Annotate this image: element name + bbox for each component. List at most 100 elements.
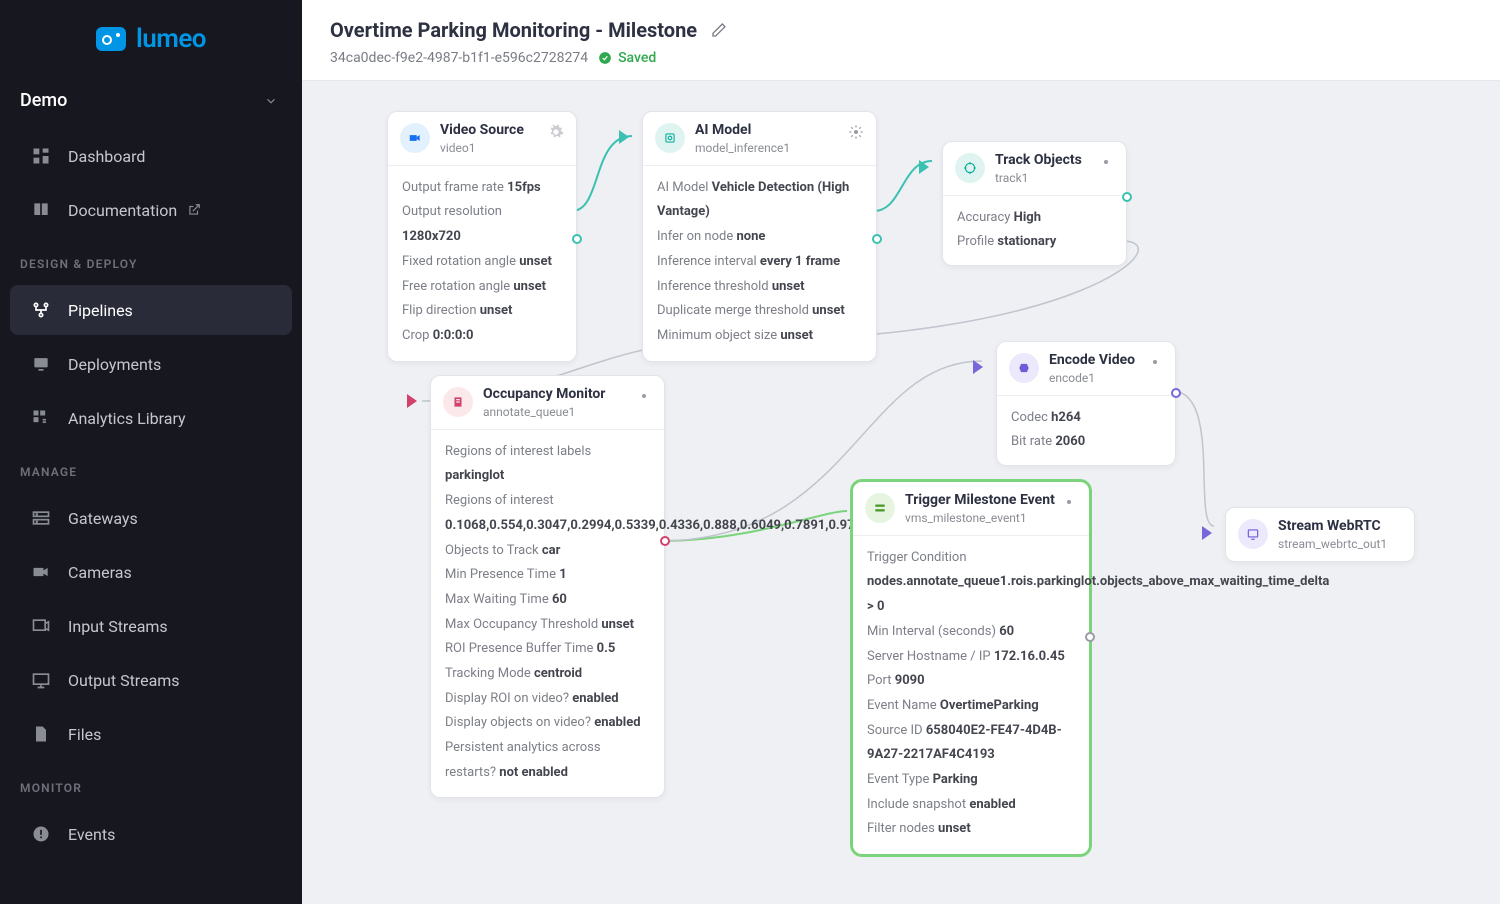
saved-label: Saved <box>618 50 656 66</box>
workspace-name: Demo <box>20 90 67 111</box>
node-prop: Source ID 658040E2-FE47-4D4B-9A27-2217AF… <box>867 719 1075 768</box>
output-stream-icon <box>30 669 52 691</box>
node-prop: Output resolution 1280x720 <box>402 200 562 249</box>
node-occupancy-monitor[interactable]: Occupancy Monitor annotate_queue1 Region… <box>430 375 665 798</box>
page-title: Overtime Parking Monitoring - Milestone <box>330 18 697 42</box>
alert-icon <box>30 823 52 845</box>
sidebar-item-gateways[interactable]: Gateways <box>10 493 292 543</box>
node-prop: Max Waiting Time 60 <box>445 588 650 613</box>
sidebar-item-analytics-library[interactable]: Analytics Library <box>10 393 292 443</box>
input-port-icon[interactable] <box>973 360 983 374</box>
node-prop: Infer on node none <box>657 225 862 250</box>
node-prop: AI Model Vehicle Detection (High Vantage… <box>657 176 862 225</box>
sidebar-item-deployments[interactable]: Deployments <box>10 339 292 389</box>
output-port[interactable] <box>572 234 582 244</box>
node-body: Trigger Condition nodes.annotate_queue1.… <box>853 535 1089 854</box>
pencil-icon[interactable] <box>711 22 727 38</box>
node-sub: encode1 <box>1049 371 1135 385</box>
node-prop: Crop 0:0:0:0 <box>402 324 562 349</box>
node-prop: Regions of interest 0.1068,0.554,0.3047,… <box>445 489 650 538</box>
server-icon <box>30 507 52 529</box>
input-port-icon[interactable] <box>619 130 629 144</box>
gear-icon[interactable] <box>1147 354 1163 370</box>
output-port[interactable] <box>872 234 882 244</box>
nav-section-design: DESIGN & DEPLOY <box>0 237 302 283</box>
track-icon <box>955 153 985 183</box>
node-stream-webrtc[interactable]: Stream WebRTC stream_webrtc_out1 <box>1225 507 1415 562</box>
logo-mark-icon <box>96 27 126 51</box>
sidebar-item-files[interactable]: Files <box>10 709 292 759</box>
gear-icon[interactable] <box>1098 154 1114 170</box>
camera-icon <box>30 561 52 583</box>
node-body: Regions of interest labels parkinglotReg… <box>431 429 664 798</box>
node-prop: Objects to Track car <box>445 539 650 564</box>
gear-icon[interactable] <box>1061 494 1077 510</box>
sidebar-item-label: Gateways <box>68 509 138 528</box>
deploy-icon <box>30 353 52 375</box>
sidebar-item-dashboard[interactable]: Dashboard <box>10 131 292 181</box>
node-prop: Filter nodes unset <box>867 817 1075 842</box>
node-body: AI Model Vehicle Detection (High Vantage… <box>643 165 876 361</box>
gear-icon[interactable] <box>548 124 564 140</box>
sidebar-item-label: Analytics Library <box>68 409 186 428</box>
node-ai-model[interactable]: AI Model model_inference1 AI Model Vehic… <box>642 111 877 362</box>
node-sub: track1 <box>995 171 1082 185</box>
node-prop: Port 9090 <box>867 669 1075 694</box>
sidebar-item-output-streams[interactable]: Output Streams <box>10 655 292 705</box>
node-prop: Duplicate merge threshold unset <box>657 299 862 324</box>
sidebar-item-label: Deployments <box>68 355 161 374</box>
node-encode-video[interactable]: Encode Video encode1 Codec h264Bit rate … <box>996 341 1176 466</box>
output-port[interactable] <box>660 536 670 546</box>
grid-icon <box>30 145 52 167</box>
file-icon <box>30 723 52 745</box>
pipeline-icon <box>30 299 52 321</box>
input-stream-icon <box>30 615 52 637</box>
node-title: Video Source <box>440 122 524 139</box>
node-prop: Inference threshold unset <box>657 275 862 300</box>
sidebar-item-label: Output Streams <box>68 671 180 690</box>
nav-section-manage: MANAGE <box>0 445 302 491</box>
gear-icon[interactable] <box>848 124 864 140</box>
sidebar-item-documentation[interactable]: Documentation <box>10 185 292 235</box>
node-sub: annotate_queue1 <box>483 405 605 419</box>
pipeline-canvas[interactable]: Video Source video1 Output frame rate 15… <box>302 81 1500 904</box>
sidebar-item-pipelines[interactable]: Pipelines <box>10 285 292 335</box>
input-port-icon[interactable] <box>1202 526 1212 540</box>
node-prop: Accuracy High <box>957 206 1112 231</box>
node-prop: Include snapshot enabled <box>867 793 1075 818</box>
node-sub: model_inference1 <box>695 141 790 155</box>
book-icon <box>30 199 52 221</box>
sidebar-item-cameras[interactable]: Cameras <box>10 547 292 597</box>
webrtc-icon <box>1238 519 1268 549</box>
video-source-icon <box>400 123 430 153</box>
sidebar-item-label: Files <box>68 725 101 744</box>
output-port[interactable] <box>1171 388 1181 398</box>
node-trigger-milestone[interactable]: Trigger Milestone Event vms_milestone_ev… <box>852 481 1090 855</box>
chevron-down-icon <box>264 94 278 108</box>
node-prop: Display objects on video? enabled <box>445 711 650 736</box>
occupancy-icon <box>443 387 473 417</box>
node-video-source[interactable]: Video Source video1 Output frame rate 15… <box>387 111 577 362</box>
node-body: Output frame rate 15fpsOutput resolution… <box>388 165 576 361</box>
analytics-icon <box>30 407 52 429</box>
node-track-objects[interactable]: Track Objects track1 Accuracy HighProfil… <box>942 141 1127 266</box>
sidebar-item-label: Dashboard <box>68 147 145 166</box>
sidebar-item-input-streams[interactable]: Input Streams <box>10 601 292 651</box>
sidebar-item-events[interactable]: Events <box>10 809 292 859</box>
output-port[interactable] <box>1122 192 1132 202</box>
input-port-icon[interactable] <box>919 160 929 174</box>
node-title: Stream WebRTC <box>1278 518 1387 535</box>
output-port[interactable] <box>1085 632 1095 642</box>
workspace-selector[interactable]: Demo <box>0 70 302 129</box>
header: Overtime Parking Monitoring - Milestone … <box>302 0 1500 81</box>
input-port-icon[interactable] <box>407 394 417 408</box>
gear-icon[interactable] <box>636 388 652 404</box>
node-prop: Flip direction unset <box>402 299 562 324</box>
check-circle-icon <box>598 51 612 65</box>
node-prop: Event Name OvertimeParking <box>867 694 1075 719</box>
external-link-icon <box>187 203 201 217</box>
node-prop: ROI Presence Buffer Time 0.5 <box>445 637 650 662</box>
node-sub: video1 <box>440 141 524 155</box>
encode-icon <box>1009 353 1039 383</box>
sidebar-item-label: Documentation <box>68 201 177 220</box>
